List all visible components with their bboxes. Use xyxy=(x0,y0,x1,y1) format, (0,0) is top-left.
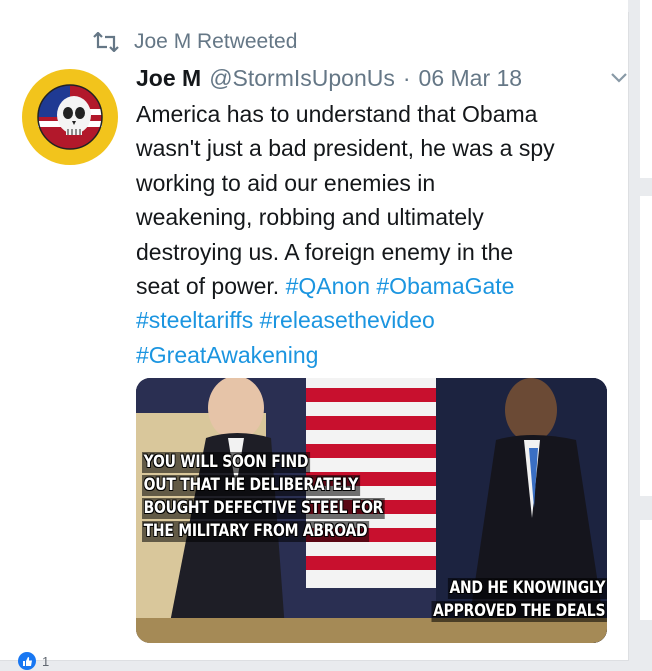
meme-caption-line: OUT THAT HE DELIBERATELY xyxy=(142,475,360,496)
tweet-text-line: wasn't just a bad president, he was a sp… xyxy=(136,135,555,162)
hashtag-line: #steeltariffs #releasethevideo xyxy=(136,303,616,337)
meme-caption-line: AND HE KNOWINGLY xyxy=(447,578,607,599)
meme-caption-line: BOUGHT DEFECTIVE STEEL FOR xyxy=(142,498,385,519)
sidebar-panel xyxy=(640,520,652,620)
meme-caption-bottom: AND HE KNOWINGLY APPROVED THE DEALS xyxy=(431,578,607,624)
meme-caption-line: YOU WILL SOON FIND xyxy=(142,452,310,473)
right-sidebar-edge xyxy=(640,0,652,671)
tweet-text-line: America has to understand that Obama xyxy=(136,101,538,127)
hashtag-link[interactable]: #GreatAwakening xyxy=(136,342,318,368)
meme-caption-line: THE MILITARY FROM ABROAD xyxy=(142,521,370,542)
retweeted-by-label: Joe M Retweeted xyxy=(134,30,298,53)
tweet-text-line: weakening, robbing and ultimately xyxy=(136,204,484,231)
skull-flag-logo xyxy=(23,70,117,164)
chevron-down-icon[interactable] xyxy=(608,70,630,86)
tweet-text-fragment: seat of power. xyxy=(136,273,280,300)
sidebar-panel xyxy=(640,196,652,496)
tweet-text-line-with-hashtags: seat of power. #QAnon #ObamaGate xyxy=(136,269,616,303)
hashtag-link[interactable]: #ObamaGate xyxy=(376,273,514,299)
avatar[interactable] xyxy=(22,69,118,165)
tweet-date[interactable]: 06 Mar 18 xyxy=(419,65,523,92)
like-icon xyxy=(18,652,36,670)
tweet-text: America has to understand that Obama was… xyxy=(136,97,616,372)
reaction-count: 1 xyxy=(42,653,50,669)
author-name[interactable]: Joe M xyxy=(136,65,201,92)
tweet-text-line: working to aid our enemies in xyxy=(136,169,436,196)
hashtag-line: #GreatAwakening xyxy=(136,338,616,372)
separator-dot: · xyxy=(402,64,411,91)
hashtag-link[interactable]: #steeltariffs xyxy=(136,307,253,333)
hashtag-link[interactable]: #QAnon xyxy=(286,273,370,299)
tweet-header: Joe M @StormIsUponUs · 06 Mar 18 xyxy=(136,62,630,94)
author-handle[interactable]: @StormIsUponUs xyxy=(209,65,395,92)
sidebar-panel xyxy=(640,0,652,178)
hashtag-link[interactable]: #releasethevideo xyxy=(260,307,435,333)
reactions-bar[interactable]: 1 xyxy=(18,652,49,670)
retweet-icon xyxy=(93,32,119,52)
meme-caption-line: APPROVED THE DEALS xyxy=(431,601,607,622)
meme-caption-top: YOU WILL SOON FIND OUT THAT HE DELIBERAT… xyxy=(142,452,385,544)
tweet-text-line: destroying us. A foreign enemy in the xyxy=(136,238,514,265)
retweet-indicator: Joe M Retweeted xyxy=(92,30,297,54)
